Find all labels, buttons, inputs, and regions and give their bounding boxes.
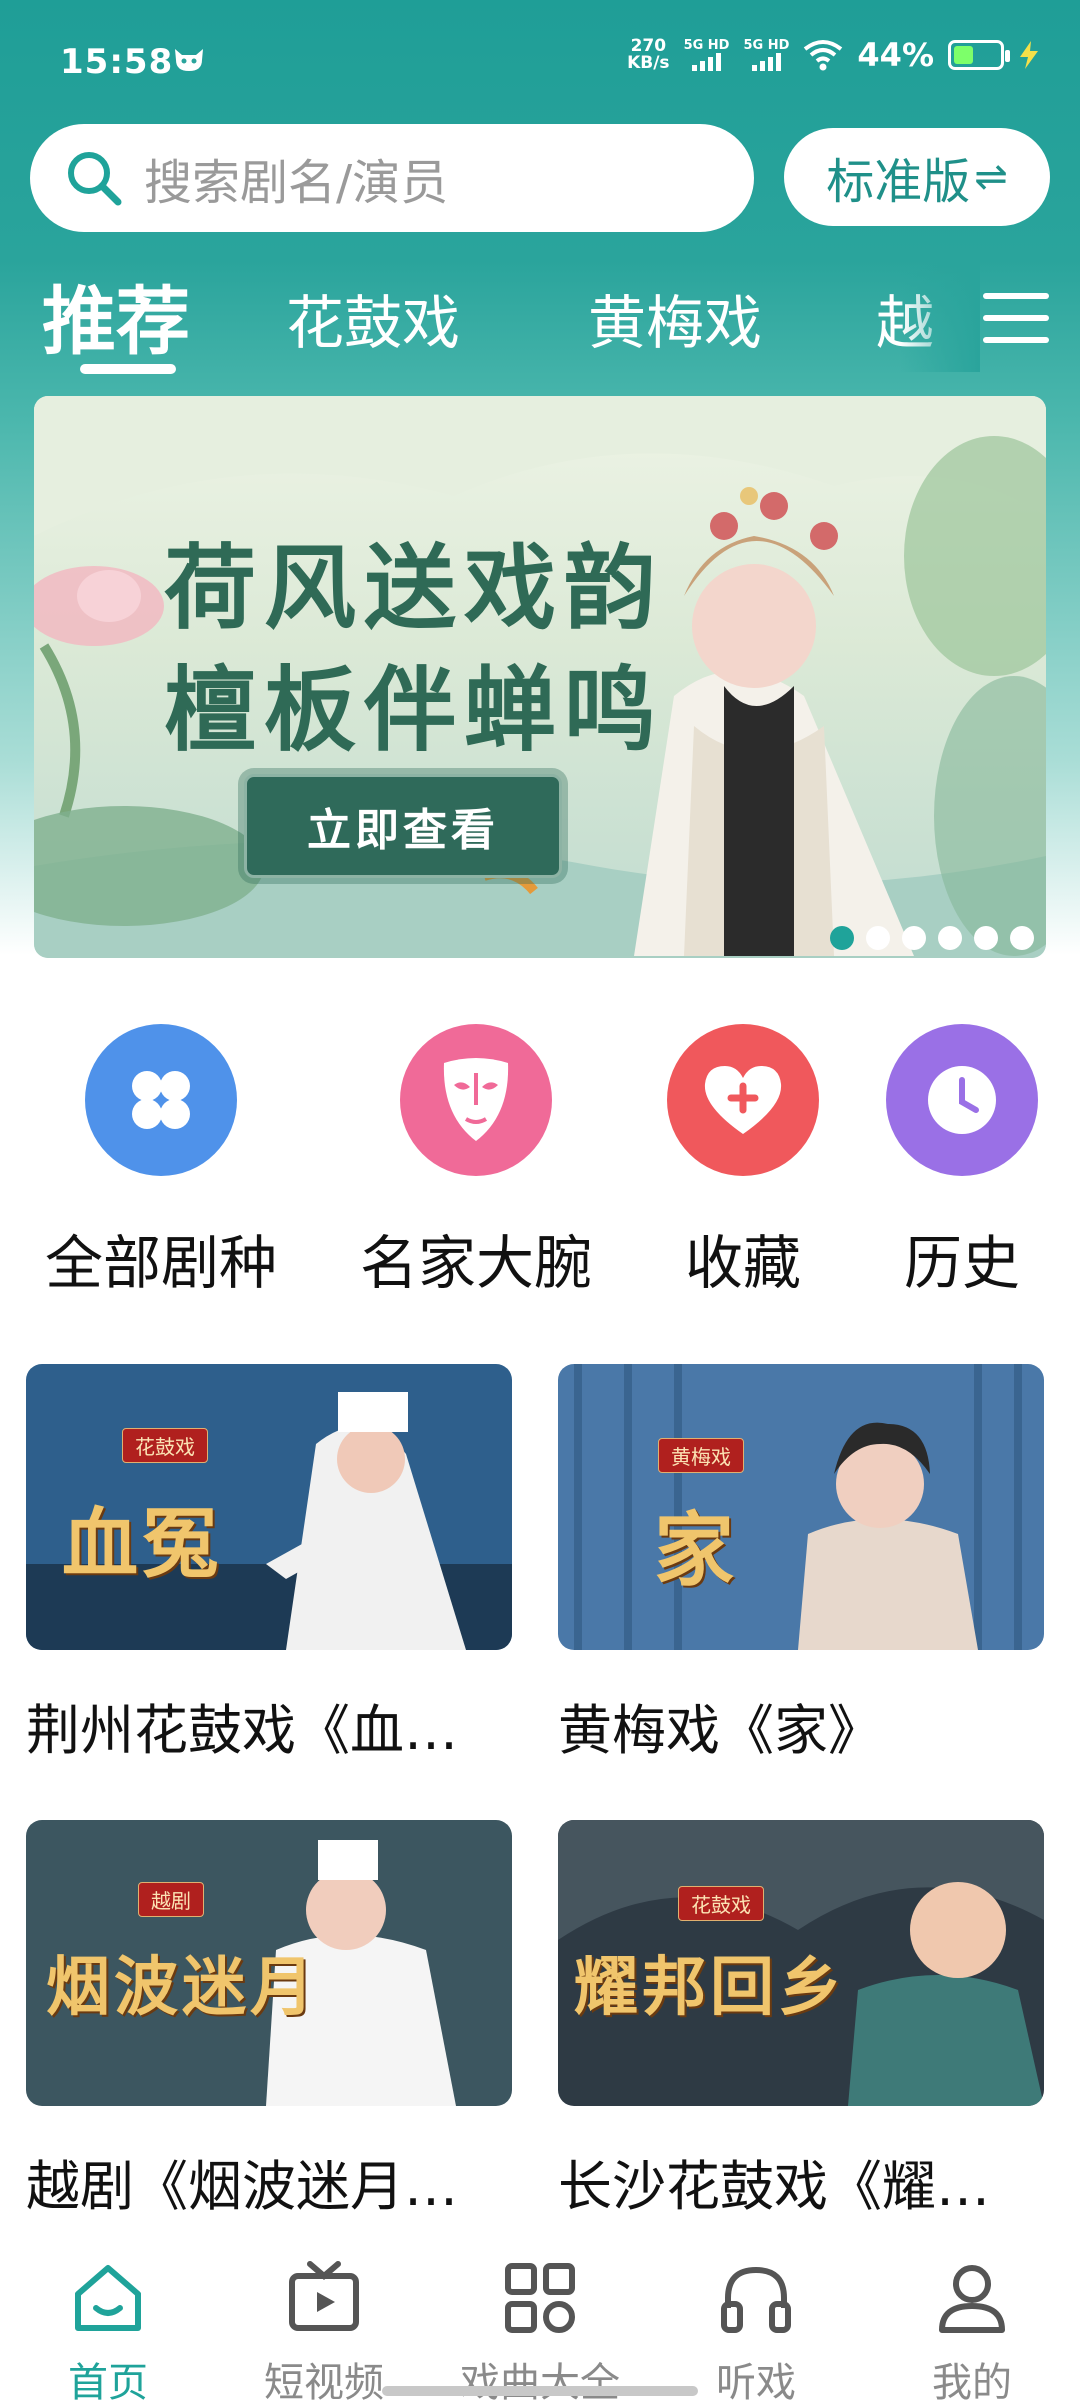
carousel-dot — [830, 926, 854, 950]
signal-sim2: 5G HD — [743, 39, 789, 71]
calligraphy-title: 家 — [654, 1503, 738, 1597]
card-title: 长沙花鼓戏《耀… — [558, 2155, 990, 2218]
quick-famous-artists-label: 名家大腕 — [359, 1229, 592, 1297]
carousel-dot — [974, 926, 998, 950]
clock-icon — [928, 1066, 996, 1134]
clover-icon — [132, 1071, 190, 1129]
carousel-dot — [902, 926, 926, 950]
quick-favorites[interactable]: 收藏 — [633, 1024, 853, 1300]
carousel-dot — [1010, 926, 1034, 950]
bottom-navigation: 首页 短视频 戏曲大全 听戏 我的 — [0, 2238, 1080, 2408]
video-card[interactable]: 越剧 烟波迷月 越剧《烟波迷月… — [26, 1820, 512, 2221]
banner-headline-2: 檀板伴蝉鸣 — [164, 656, 665, 764]
app-notification-icon — [175, 49, 203, 71]
edition-label: 标准版 — [826, 154, 971, 210]
video-card[interactable]: 花鼓戏 血冤 荆州花鼓戏《血… — [26, 1364, 512, 1765]
signal-bars-icon — [692, 53, 722, 71]
signal-sim1-label: 5G HD — [683, 38, 730, 53]
category-tabs: 推荐 花鼓戏 黄梅戏 越 — [0, 262, 1080, 382]
wifi-icon — [804, 40, 843, 71]
quick-history-circle — [886, 1024, 1038, 1176]
edition-switch-button[interactable]: 标准版 ⇌ — [784, 128, 1050, 226]
search-placeholder: 搜索剧名/演员 — [144, 155, 449, 211]
genre-tag: 黄梅戏 — [658, 1438, 744, 1473]
video-thumbnail-art — [558, 1364, 1044, 1650]
network-speed: 270 KB/s — [627, 38, 669, 72]
search-input[interactable]: 搜索剧名/演员 — [30, 124, 754, 232]
user-icon — [939, 2265, 1005, 2333]
card-title: 越剧《烟波迷月… — [26, 2155, 458, 2218]
nav-profile-label: 我的 — [932, 2360, 1012, 2406]
calligraphy-title: 烟波迷月 — [46, 1950, 318, 2025]
carousel-dot — [938, 926, 962, 950]
status-time: 15:58 — [60, 42, 174, 82]
genre-tag: 花鼓戏 — [678, 1886, 764, 1921]
video-thumbnail: 花鼓戏 耀邦回乡 — [558, 1820, 1044, 2106]
banner-headline-1: 荷风送戏韵 — [164, 534, 665, 642]
quick-famous-artists[interactable]: 名家大腕 — [341, 1024, 611, 1300]
home-indicator[interactable] — [382, 2386, 698, 2396]
video-thumbnail: 越剧 烟波迷月 — [26, 1820, 512, 2106]
carousel-dot — [866, 926, 890, 950]
signal-bars-icon — [751, 53, 781, 71]
nav-listen-label: 听戏 — [716, 2360, 796, 2406]
card-title: 荆州花鼓戏《血… — [26, 1699, 458, 1762]
battery-icon — [948, 40, 1010, 70]
grid-icon — [505, 2263, 575, 2333]
signal-sim2-label: 5G HD — [743, 38, 790, 53]
genre-tag: 花鼓戏 — [122, 1428, 208, 1463]
video-thumbnail: 黄梅戏 家 — [558, 1364, 1044, 1650]
opera-mask-icon — [443, 1058, 509, 1141]
nav-profile[interactable]: 我的 — [872, 2260, 1072, 2408]
quick-favorites-circle — [667, 1024, 819, 1176]
carousel-indicator — [830, 926, 1034, 950]
status-bar: 15:58 270 KB/s 5G HD 5G HD 44% — [0, 0, 1080, 120]
quick-favorites-label: 收藏 — [684, 1229, 801, 1297]
home-icon — [75, 2265, 141, 2331]
active-tab-indicator — [80, 364, 176, 374]
menu-icon[interactable] — [982, 288, 1050, 348]
headphones-icon — [721, 2266, 791, 2333]
tabs-fade — [900, 262, 980, 372]
search-icon — [68, 152, 122, 206]
quick-all-genres-label: 全部剧种 — [44, 1229, 277, 1297]
network-speed-unit: KB/s — [627, 53, 670, 73]
video-thumbnail: 花鼓戏 血冤 — [26, 1364, 512, 1650]
nav-short-video-label: 短视频 — [264, 2360, 384, 2406]
video-card[interactable]: 黄梅戏 家 黄梅戏《家》 — [558, 1364, 1044, 1765]
quick-history-label: 历史 — [903, 1229, 1020, 1297]
calligraphy-title: 血冤 — [62, 1499, 222, 1588]
nav-opera-library-label: 戏曲大全 — [460, 2360, 620, 2406]
heart-plus-icon — [704, 1066, 782, 1134]
nav-home[interactable]: 首页 — [8, 2260, 208, 2408]
calligraphy-title: 耀邦回乡 — [574, 1950, 846, 2025]
signal-sim1: 5G HD — [683, 38, 730, 71]
quick-history[interactable]: 历史 — [852, 1024, 1072, 1300]
battery-fill — [954, 46, 974, 64]
genre-tag: 越剧 — [138, 1882, 204, 1917]
card-title: 黄梅戏《家》 — [558, 1699, 882, 1762]
swap-arrows-icon: ⇌ — [974, 154, 1008, 200]
nav-home-label: 首页 — [68, 2360, 148, 2406]
tv-play-icon — [289, 2261, 359, 2331]
promo-banner[interactable]: 荷风送戏韵 檀板伴蝉鸣 立即查看 — [34, 396, 1046, 958]
video-card[interactable]: 花鼓戏 耀邦回乡 长沙花鼓戏《耀… — [558, 1820, 1044, 2221]
banner-view-now-button[interactable]: 立即查看 — [244, 774, 562, 878]
tab-huangmei-opera[interactable]: 黄梅戏 — [588, 276, 762, 360]
battery-percent: 44% — [857, 36, 934, 74]
tab-recommend[interactable]: 推荐 — [42, 262, 190, 369]
tab-huagu-opera[interactable]: 花鼓戏 — [286, 276, 460, 360]
quick-all-genres-circle — [85, 1024, 237, 1176]
quick-famous-artists-circle — [400, 1024, 552, 1176]
charging-bolt-icon — [1020, 41, 1038, 69]
quick-entries: 全部剧种 名家大腕 收藏 历史 — [0, 1024, 1080, 1304]
status-indicators: 270 KB/s 5G HD 5G HD 44% — [627, 36, 1040, 74]
quick-all-genres[interactable]: 全部剧种 — [26, 1024, 296, 1300]
